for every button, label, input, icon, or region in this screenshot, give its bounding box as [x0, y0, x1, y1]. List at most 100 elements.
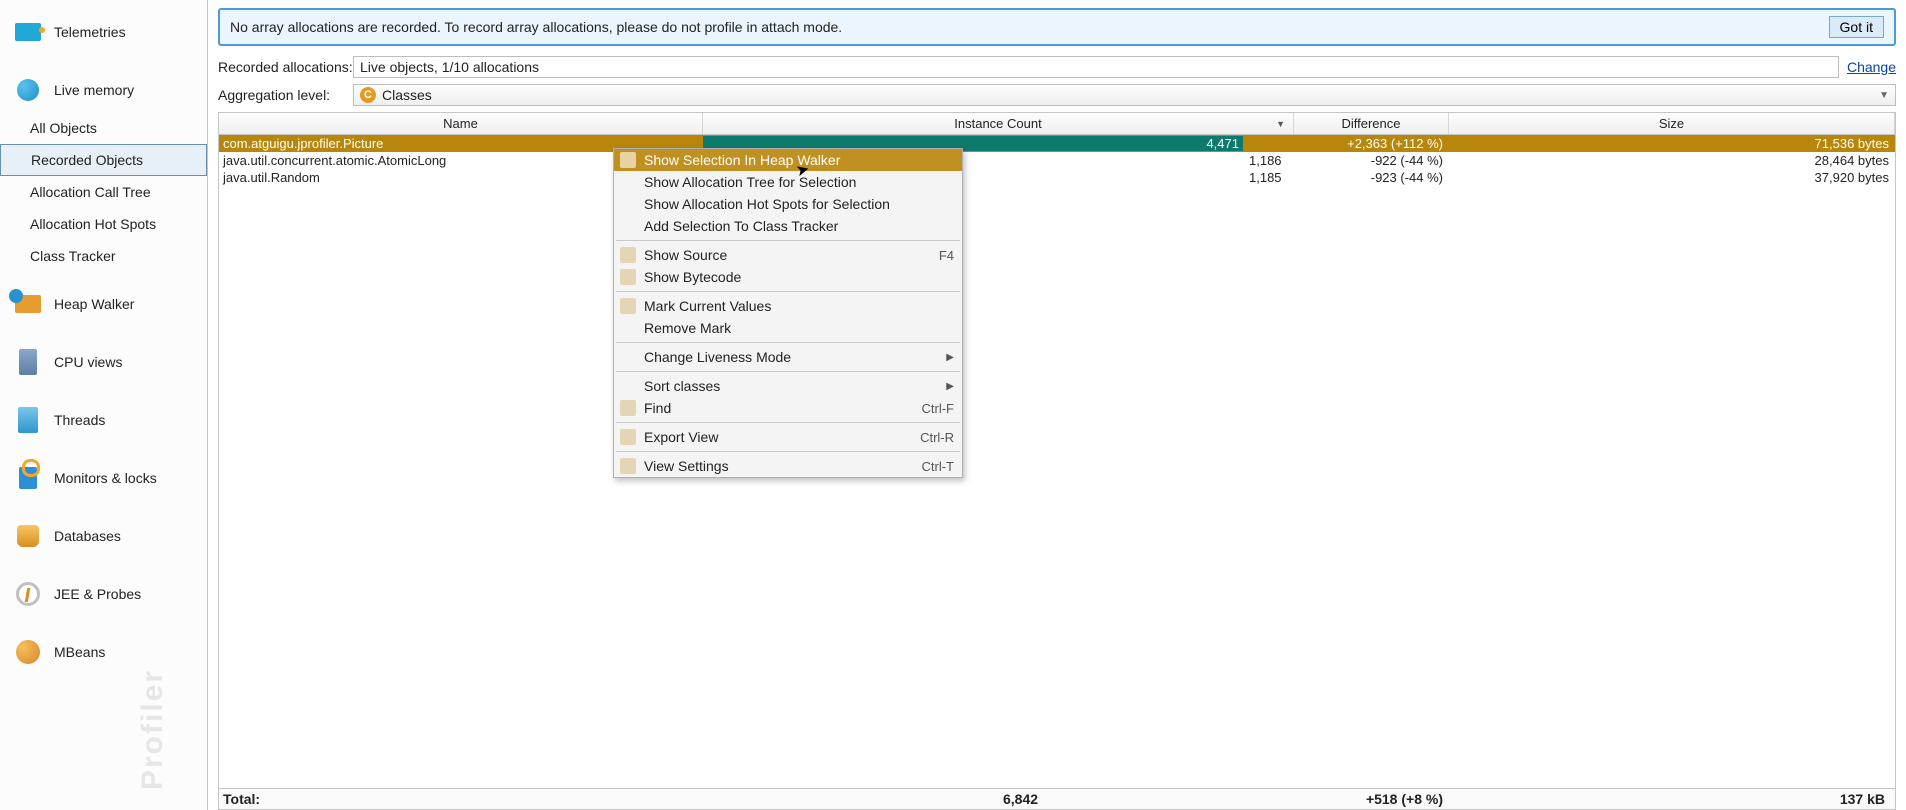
src-icon — [620, 247, 636, 263]
column-difference[interactable]: Difference — [1294, 113, 1449, 134]
aggregation-value: Classes — [382, 87, 432, 103]
settings-icon — [620, 458, 636, 474]
telemetries-icon — [12, 16, 44, 48]
menu-label: Remove Mark — [644, 320, 731, 336]
sidebar-item-mbeans[interactable]: MBeans — [0, 630, 207, 674]
table-row[interactable]: java.util.concurrent.atomic.AtomicLong1,… — [219, 152, 1895, 169]
context-menu[interactable]: Show Selection In Heap Walker Show Alloca… — [613, 148, 963, 478]
menu-label: Show Source — [644, 247, 727, 263]
menu-item[interactable]: Remove Mark — [614, 317, 962, 339]
cell-diff: -923 (-44 %) — [1294, 170, 1449, 185]
cell-size: 37,920 bytes — [1449, 170, 1895, 185]
submenu-arrow-icon: ▶ — [946, 381, 954, 392]
recorded-label: Recorded allocations: — [218, 59, 353, 75]
menu-label: Export View — [644, 429, 718, 445]
menu-label: Show Selection In Heap Walker — [644, 152, 840, 168]
menu-label: Find — [644, 400, 671, 416]
sidebar-item-threads[interactable]: Threads — [0, 398, 207, 442]
find-icon — [620, 400, 636, 416]
menu-label: Change Liveness Mode — [644, 349, 791, 365]
menu-item[interactable]: View SettingsCtrl-T — [614, 455, 962, 477]
sidebar-label: Live memory — [54, 82, 134, 98]
column-instance-count[interactable]: Instance Count ▼ — [703, 113, 1294, 134]
menu-item[interactable]: Show Allocation Tree for Selection — [614, 171, 962, 193]
submenu-arrow-icon: ▶ — [946, 352, 954, 363]
mbean-icon — [12, 636, 44, 668]
aggregation-label: Aggregation level: — [218, 87, 353, 103]
cell-diff: +2,363 (+112 %) — [1294, 136, 1449, 151]
recorded-value: Live objects, 1/10 allocations — [360, 59, 539, 75]
sidebar-item-monitors-locks[interactable]: Monitors & locks — [0, 456, 207, 500]
banner-message: No array allocations are recorded. To re… — [230, 19, 1829, 35]
count-number: 1,185 — [1249, 170, 1282, 185]
sub-label: All Objects — [30, 120, 97, 136]
column-name[interactable]: Name — [219, 113, 703, 134]
menu-item[interactable]: Add Selection To Class Tracker — [614, 215, 962, 237]
menu-item[interactable]: Change Liveness Mode ▶ — [614, 346, 962, 368]
menu-item[interactable]: Sort classes▶ — [614, 375, 962, 397]
menu-label: Show Allocation Hot Spots for Selection — [644, 196, 890, 212]
sub-label: Allocation Call Tree — [30, 184, 151, 200]
change-link[interactable]: Change — [1847, 59, 1896, 75]
menu-item[interactable]: Show Source F4 — [614, 244, 962, 266]
count-number: 4,471 — [1206, 136, 1239, 151]
sidebar-item-live-memory[interactable]: Live memory — [0, 68, 207, 112]
total-row: Total: 6,842 +518 (+8 %) 137 kB — [219, 788, 1895, 809]
threads-icon — [12, 404, 44, 436]
sidebar-item-databases[interactable]: Databases — [0, 514, 207, 558]
menu-shortcut: F4 — [939, 248, 954, 263]
sidebar: Telemetries Live memory All Objects Reco… — [0, 0, 208, 810]
chevron-down-icon: ▼ — [1879, 90, 1889, 101]
total-label: Total: — [219, 791, 703, 807]
table-body: com.atguigu.jprofiler.Picture4,471+2,363… — [219, 135, 1895, 788]
sidebar-sub-allocation-call-tree[interactable]: Allocation Call Tree — [0, 176, 207, 208]
sidebar-sub-class-tracker[interactable]: Class Tracker — [0, 240, 207, 272]
menu-item[interactable]: Show Bytecode — [614, 266, 962, 288]
aggregation-dropdown[interactable]: C Classes ▼ — [353, 84, 1896, 106]
sidebar-item-heap-walker[interactable]: Heap Walker — [0, 282, 207, 326]
menu-label: Show Allocation Tree for Selection — [644, 174, 856, 190]
menu-item[interactable]: Mark Current Values — [614, 295, 962, 317]
aggregation-row: Aggregation level: C Classes ▼ — [208, 82, 1906, 108]
sidebar-sub-recorded-objects[interactable]: Recorded Objects — [0, 144, 207, 176]
column-size[interactable]: Size — [1449, 113, 1895, 134]
menu-item[interactable]: Show Selection In Heap Walker — [614, 149, 962, 171]
menu-label: View Settings — [644, 458, 729, 474]
menu-label: Mark Current Values — [644, 298, 771, 314]
column-count-label: Instance Count — [954, 116, 1041, 131]
cell-size: 71,536 bytes — [1449, 136, 1895, 151]
sidebar-item-jee-probes[interactable]: JEE & Probes — [0, 572, 207, 616]
table-row[interactable]: java.util.Random1,185-923 (-44 %)37,920 … — [219, 169, 1895, 186]
got-it-button[interactable]: Got it — [1829, 16, 1884, 38]
database-icon — [12, 520, 44, 552]
menu-item[interactable]: Export View Ctrl-R — [614, 426, 962, 448]
heap-walker-icon — [12, 288, 44, 320]
menu-item[interactable]: FindCtrl-F — [614, 397, 962, 419]
sidebar-label: Threads — [54, 412, 105, 428]
recorded-objects-table: Name Instance Count ▼ Difference Size co… — [218, 112, 1896, 810]
sidebar-label: Telemetries — [54, 24, 126, 40]
sidebar-label: MBeans — [54, 644, 105, 660]
main-panel: No array allocations are recorded. To re… — [208, 0, 1906, 810]
recorded-value-field: Live objects, 1/10 allocations — [353, 56, 1839, 78]
menu-separator — [616, 451, 960, 452]
class-badge-icon: C — [360, 87, 376, 103]
sub-label: Class Tracker — [30, 248, 116, 264]
info-banner: No array allocations are recorded. To re… — [218, 8, 1896, 46]
sidebar-item-cpu-views[interactable]: CPU views — [0, 340, 207, 384]
sidebar-sub-all-objects[interactable]: All Objects — [0, 112, 207, 144]
lock-icon — [12, 462, 44, 494]
export-icon — [620, 429, 636, 445]
sidebar-sub-allocation-hot-spots[interactable]: Allocation Hot Spots — [0, 208, 207, 240]
byte-icon — [620, 269, 636, 285]
probe-icon — [12, 578, 44, 610]
cell-size: 28,464 bytes — [1449, 153, 1895, 168]
menu-item[interactable]: Show Allocation Hot Spots for Selection — [614, 193, 962, 215]
menu-separator — [616, 422, 960, 423]
sub-label: Allocation Hot Spots — [30, 216, 156, 232]
total-count: 6,842 — [703, 791, 1294, 807]
table-row[interactable]: com.atguigu.jprofiler.Picture4,471+2,363… — [219, 135, 1895, 152]
sidebar-item-telemetries[interactable]: Telemetries — [0, 10, 207, 54]
walk-icon — [620, 152, 636, 168]
menu-shortcut: Ctrl-R — [920, 430, 954, 445]
